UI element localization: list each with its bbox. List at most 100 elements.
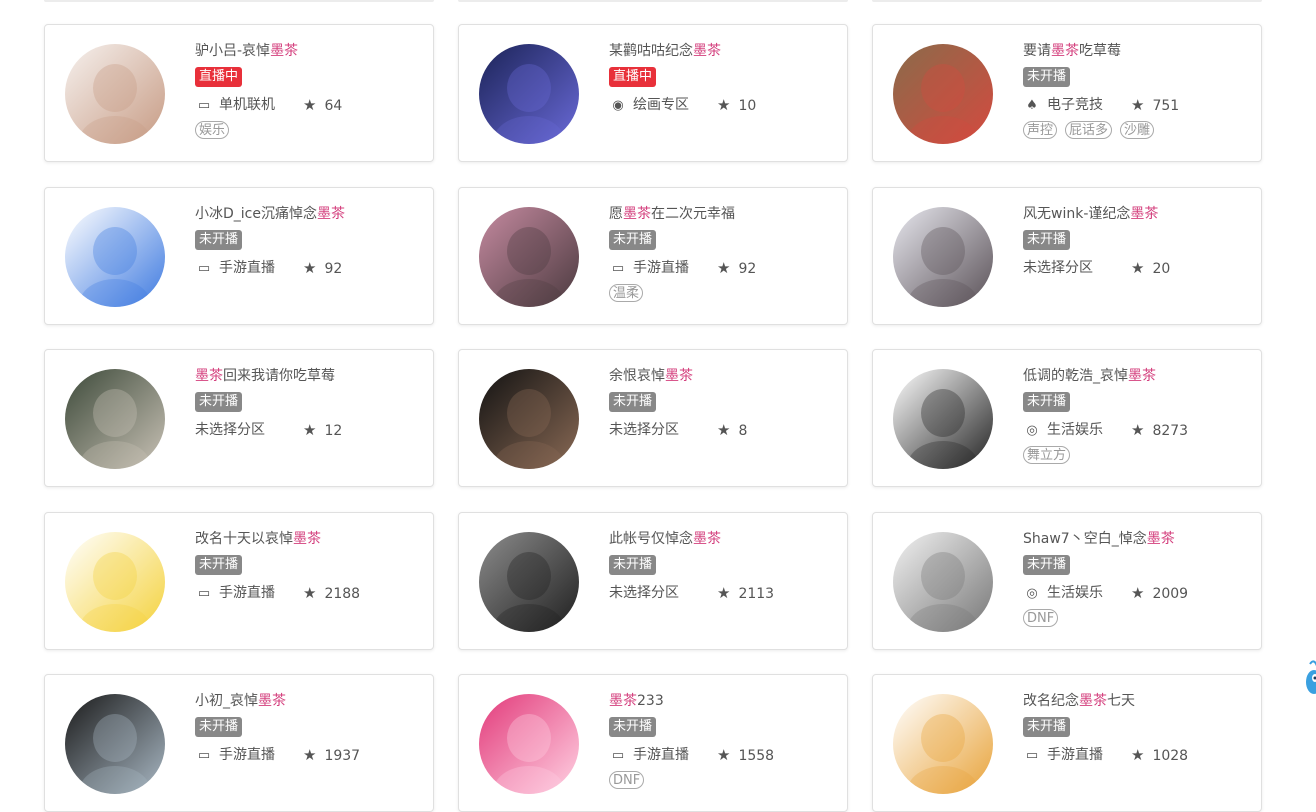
streamer-card[interactable]: Shaw7丶空白_悼念墨茶未开播◎生活娱乐★2009DNF — [872, 512, 1262, 650]
streamer-avatar[interactable] — [479, 44, 579, 144]
live-status-badge: 未开播 — [609, 717, 656, 737]
streamer-card[interactable]: 改名纪念墨茶七天未开播▭手游直播★1028 — [872, 674, 1262, 812]
category[interactable]: 未选择分区 — [1023, 258, 1093, 278]
streamer-info: 此帐号仅悼念墨茶未开播未选择分区★2113 — [609, 529, 837, 627]
streamer-card[interactable]: 此帐号仅悼念墨茶未开播未选择分区★2113 — [458, 512, 848, 650]
name-prefix: 风无wink-谨纪念 — [1023, 206, 1130, 222]
streamer-name[interactable]: 要请墨茶吃草莓 — [1023, 41, 1251, 61]
streamer-avatar[interactable] — [65, 207, 165, 307]
streamer-card[interactable]: 墨茶回来我请你吃草莓未开播未选择分区★12 — [44, 349, 434, 487]
streamer-name[interactable]: 某鹳咕咕纪念墨茶 — [609, 41, 837, 61]
streamer-name[interactable]: 余恨哀悼墨茶 — [609, 366, 837, 386]
streamer-name[interactable]: 改名纪念墨茶七天 — [1023, 691, 1251, 711]
category[interactable]: ▭手游直播 — [609, 258, 689, 279]
tag-list: DNF — [609, 769, 837, 789]
category-label: 手游直播 — [219, 585, 275, 601]
tag[interactable]: DNF — [1023, 609, 1058, 627]
tag-list — [609, 444, 837, 464]
category[interactable]: 未选择分区 — [195, 420, 265, 440]
star-icon: ★ — [717, 746, 730, 764]
follower-count-value: 64 — [324, 98, 342, 114]
streamer-name[interactable]: 低调的乾浩_哀悼墨茶 — [1023, 366, 1251, 386]
category[interactable]: 未选择分区 — [609, 420, 679, 440]
streamer-name[interactable]: 愿墨茶在二次元幸福 — [609, 204, 837, 224]
tag-list — [195, 444, 423, 464]
category[interactable]: 未选择分区 — [609, 583, 679, 603]
follower-count-value: 8 — [738, 423, 747, 439]
streamer-card[interactable]: 要请墨茶吃草莓未开播♠电子竞技★751声控屁话多沙雕 — [872, 24, 1262, 162]
streamer-avatar[interactable] — [65, 694, 165, 794]
category[interactable]: ◎生活娱乐 — [1023, 420, 1103, 441]
streamer-avatar[interactable] — [65, 44, 165, 144]
follower-count-value: 92 — [324, 261, 342, 277]
category[interactable]: ♠电子竞技 — [1023, 95, 1103, 116]
category[interactable]: ▭单机联机 — [195, 95, 275, 116]
category[interactable]: ▭手游直播 — [195, 258, 275, 279]
tag-list — [195, 282, 423, 302]
follower-count-value: 92 — [738, 261, 756, 277]
streamer-avatar[interactable] — [893, 694, 993, 794]
streamer-name[interactable]: 驴小吕-哀悼墨茶 — [195, 41, 423, 61]
category[interactable]: ◎生活娱乐 — [1023, 583, 1103, 604]
avatar-image — [893, 369, 993, 469]
streamer-name[interactable]: 此帐号仅悼念墨茶 — [609, 529, 837, 549]
streamer-avatar[interactable] — [479, 207, 579, 307]
streamer-avatar[interactable] — [479, 694, 579, 794]
gamepad-icon: ▭ — [609, 259, 627, 279]
streamer-avatar[interactable] — [893, 369, 993, 469]
streamer-card[interactable]: 愿墨茶在二次元幸福未开播 ▭手游直播★92 温柔 — [458, 187, 848, 325]
star-icon: ★ — [303, 584, 316, 602]
streamer-info: Shaw7丶空白_悼念墨茶未开播◎生活娱乐★2009DNF — [1023, 529, 1251, 627]
tag[interactable]: 声控 — [1023, 121, 1057, 139]
streamer-name[interactable]: 墨茶233 — [609, 691, 837, 711]
streamer-card[interactable]: 余恨哀悼墨茶未开播未选择分区★8 — [458, 349, 848, 487]
category-label: 未选择分区 — [609, 585, 679, 601]
streamer-name[interactable]: 风无wink-谨纪念墨茶 — [1023, 204, 1251, 224]
streamer-name[interactable]: Shaw7丶空白_悼念墨茶 — [1023, 529, 1251, 549]
streamer-avatar[interactable] — [479, 369, 579, 469]
streamer-name[interactable]: 小冰D_ice沉痛悼念墨茶 — [195, 204, 423, 224]
tag[interactable]: DNF — [609, 771, 644, 789]
tag[interactable]: 温柔 — [609, 284, 643, 302]
category[interactable]: ▭手游直播 — [609, 745, 689, 766]
live-status-badge: 未开播 — [1023, 392, 1070, 412]
mascot-widget-icon[interactable] — [1304, 656, 1316, 698]
streamer-avatar[interactable] — [893, 207, 993, 307]
tag[interactable]: 舞立方 — [1023, 446, 1070, 464]
streamer-card[interactable]: 小冰D_ice沉痛悼念墨茶未开播▭手游直播★92 — [44, 187, 434, 325]
streamer-card[interactable]: 驴小吕-哀悼墨茶直播中▭单机联机★64娱乐 — [44, 24, 434, 162]
category[interactable]: ◉绘画专区 — [609, 95, 689, 116]
category[interactable]: ▭手游直播 — [1023, 745, 1103, 766]
streamer-name[interactable]: 墨茶回来我请你吃草莓 — [195, 366, 423, 386]
streamer-name[interactable]: 改名十天以哀悼墨茶 — [195, 529, 423, 549]
category[interactable]: ▭手游直播 — [195, 583, 275, 604]
tag[interactable]: 娱乐 — [195, 121, 229, 139]
streamer-card[interactable]: 风无wink-谨纪念墨茶未开播未选择分区★20 — [872, 187, 1262, 325]
streamer-card[interactable]: 低调的乾浩_哀悼墨茶未开播◎生活娱乐★8273舞立方 — [872, 349, 1262, 487]
category[interactable]: ▭手游直播 — [195, 745, 275, 766]
streamer-avatar[interactable] — [893, 532, 993, 632]
avatar-image — [65, 207, 165, 307]
streamer-name[interactable]: 小初_哀悼墨茶 — [195, 691, 423, 711]
follower-count: ★1937 — [303, 745, 360, 766]
name-highlight: 墨茶 — [609, 693, 637, 709]
star-icon: ★ — [717, 96, 730, 114]
live-status-badge: 直播中 — [609, 67, 656, 87]
streamer-info: 改名纪念墨茶七天未开播▭手游直播★1028 — [1023, 691, 1251, 789]
follower-count: ★92 — [303, 258, 342, 279]
streamer-avatar[interactable] — [479, 532, 579, 632]
name-highlight: 墨茶 — [1130, 206, 1158, 222]
streamer-avatar[interactable] — [65, 369, 165, 469]
tag[interactable]: 沙雕 — [1120, 121, 1154, 139]
streamer-avatar[interactable] — [893, 44, 993, 144]
streamer-card[interactable]: 改名十天以哀悼墨茶未开播▭手游直播★2188 — [44, 512, 434, 650]
streamer-card[interactable]: 小初_哀悼墨茶未开播▭手游直播★1937 — [44, 674, 434, 812]
streamer-card[interactable]: 墨茶233未开播▭手游直播★1558DNF — [458, 674, 848, 812]
tag[interactable]: 屁话多 — [1065, 121, 1112, 139]
streamer-avatar[interactable] — [65, 532, 165, 632]
avatar-image — [479, 44, 579, 144]
live-status-badge: 未开播 — [609, 230, 656, 250]
streamer-card[interactable]: 某鹳咕咕纪念墨茶直播中◉绘画专区★10 — [458, 24, 848, 162]
streamer-meta: ▭手游直播★92 — [609, 258, 837, 278]
name-prefix: 小冰D_ice沉痛悼念 — [195, 206, 317, 222]
